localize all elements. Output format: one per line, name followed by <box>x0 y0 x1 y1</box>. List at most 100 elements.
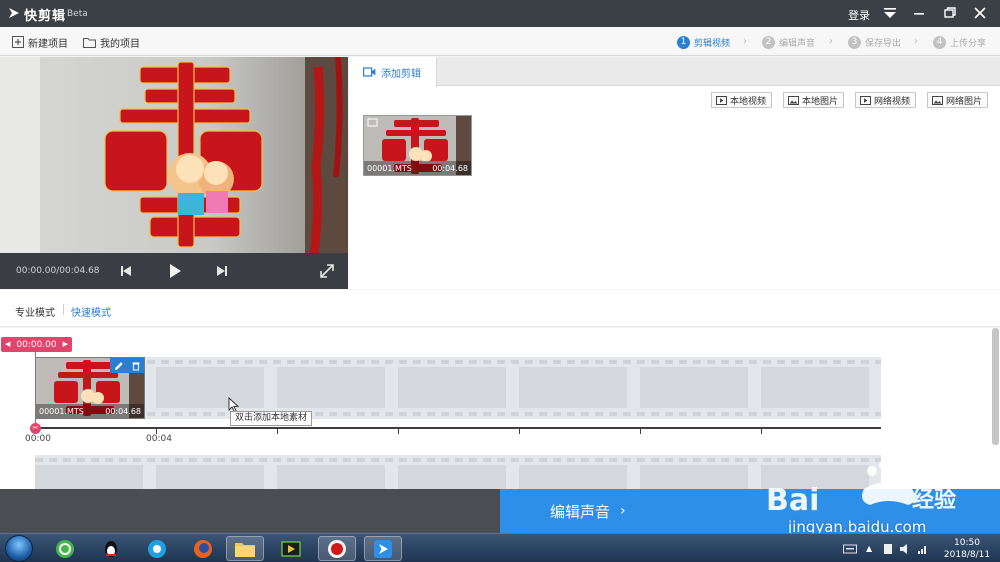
tab-add-clip-label: 添加剪辑 <box>381 68 421 80</box>
empty-slot[interactable] <box>398 367 506 408</box>
ruler-label: 00:00 <box>25 434 51 444</box>
timeline-clip-info: 00001.MTS 00:04.68 <box>36 404 144 418</box>
taskbar-app-firefox-icon[interactable] <box>184 536 222 561</box>
pro-mode-button[interactable]: 专业模式 <box>15 304 55 319</box>
preview-image <box>0 57 348 253</box>
image-icon <box>788 95 799 105</box>
web-image-button[interactable]: 网络图片 <box>927 92 989 108</box>
play-box-icon <box>860 95 871 105</box>
video-track[interactable] <box>35 357 881 419</box>
timeline-scrollbar[interactable] <box>992 328 999 445</box>
timeline-clip-name: 00001.MTS <box>39 406 84 416</box>
step-edit-video[interactable]: 1 剪辑视频 <box>677 35 730 49</box>
app-beta-badge: Beta <box>67 9 88 19</box>
player-controls: 00:00.00/00:04.68 <box>0 253 348 289</box>
playhead-handle-icon[interactable]: ✂ <box>30 423 41 434</box>
empty-slot[interactable] <box>277 367 385 408</box>
arrow-left-icon: ◀ <box>5 340 11 348</box>
app-title: 快剪辑 <box>24 9 67 24</box>
step-save-export[interactable]: 3 保存导出 <box>848 35 901 49</box>
empty-slot[interactable] <box>519 367 627 408</box>
step-label: 编辑声音 <box>779 38 816 49</box>
time-ruler[interactable] <box>35 427 881 429</box>
my-projects-label: 我的项目 <box>100 38 140 50</box>
chevron-right-icon: › <box>829 36 833 47</box>
play-box-icon <box>716 95 727 105</box>
play-icon[interactable] <box>166 262 184 280</box>
my-projects-button[interactable]: 我的项目 <box>83 35 140 50</box>
taskbar-app-player-icon[interactable] <box>272 536 310 561</box>
taskbar-app-recorder-icon[interactable] <box>318 536 356 561</box>
minimize-icon[interactable] <box>910 5 928 21</box>
restore-window-icon[interactable] <box>941 5 959 21</box>
step-upload-share[interactable]: 4 上传分享 <box>933 35 986 49</box>
close-icon[interactable] <box>971 5 989 21</box>
empty-slot[interactable] <box>519 465 627 489</box>
playback-time: 00:00.00/00:04.68 <box>16 266 100 276</box>
keyboard-tray-icon[interactable] <box>843 543 857 555</box>
empty-slot[interactable] <box>640 465 748 489</box>
chevron-right-icon: › <box>743 36 747 47</box>
next-button-label: 编辑声音 <box>550 502 611 521</box>
empty-slot[interactable] <box>277 465 385 489</box>
taskbar-clock[interactable]: 10:50 2018/8/11 <box>938 537 996 561</box>
menu-dropdown-icon[interactable] <box>881 5 899 21</box>
local-video-label: 本地视频 <box>730 96 767 107</box>
new-project-label: 新建项目 <box>28 38 68 50</box>
library-tabbar: 添加剪辑 <box>349 57 1000 87</box>
empty-slot[interactable] <box>398 465 506 489</box>
clip-duration: 00:04.68 <box>432 163 468 173</box>
folder-icon <box>83 37 96 48</box>
web-video-button[interactable]: 网络视频 <box>855 92 917 108</box>
skip-previous-icon[interactable] <box>117 262 135 280</box>
empty-slot[interactable] <box>35 465 143 489</box>
timeline: ◀ 00:00.00 ▶ 00001.MTS 00:04.68 00:00 00… <box>0 328 1000 489</box>
mode-bar: 专业模式 快速模式 <box>0 290 1000 327</box>
local-image-button[interactable]: 本地图片 <box>783 92 845 108</box>
trash-icon[interactable] <box>131 361 141 371</box>
clock-date: 2018/8/11 <box>943 550 991 560</box>
start-button-icon[interactable] <box>5 535 33 562</box>
app-logo-icon <box>9 8 19 18</box>
skip-next-icon[interactable] <box>213 262 231 280</box>
edit-pencil-icon[interactable] <box>114 361 124 371</box>
taskbar-app-360-icon[interactable] <box>46 536 84 561</box>
timeline-clip[interactable]: 00001.MTS 00:04.68 <box>35 357 145 419</box>
secondary-track[interactable] <box>35 455 881 489</box>
taskbar-app-qq-icon[interactable] <box>92 536 130 561</box>
tray-device-icon[interactable] <box>882 543 894 555</box>
media-clip-thumbnail[interactable]: 00001.MTS 00:04.68 <box>363 115 472 176</box>
empty-slot[interactable] <box>156 465 264 489</box>
title-bar: 快剪辑 Beta 登录 <box>0 0 1000 27</box>
step-number: 1 <box>677 35 690 49</box>
timeline-clip-duration: 00:04.68 <box>105 406 141 416</box>
clock-time: 10:50 <box>954 538 980 548</box>
fullscreen-icon[interactable] <box>318 262 336 280</box>
empty-slot[interactable] <box>761 465 869 489</box>
clip-info: 00001.MTS 00:04.68 <box>364 161 471 175</box>
empty-slot[interactable] <box>761 367 869 408</box>
quick-mode-button[interactable]: 快速模式 <box>71 304 111 319</box>
empty-slot[interactable] <box>640 367 748 408</box>
taskbar-app-media-icon[interactable] <box>138 536 176 561</box>
step-number: 3 <box>848 35 861 49</box>
toolbar: 新建项目 我的项目 1 剪辑视频 › 2 编辑声音 › 3 保存导出 › 4 上… <box>0 27 1000 56</box>
media-library: 添加剪辑 本地视频 本地图片 网络视频 网络图片 00001.MTS 00:04… <box>349 57 1000 289</box>
step-edit-audio[interactable]: 2 编辑声音 <box>762 35 815 49</box>
playhead-time: 00:00.00 <box>16 339 57 350</box>
new-project-button[interactable]: 新建项目 <box>12 35 68 50</box>
login-link[interactable]: 登录 <box>848 7 870 23</box>
ruler-tick <box>761 429 762 434</box>
step-number: 4 <box>933 35 946 49</box>
taskbar-app-kuaijianji-icon[interactable] <box>364 536 402 561</box>
empty-slot[interactable] <box>156 367 264 408</box>
tab-add-clip[interactable]: 添加剪辑 <box>349 57 437 87</box>
step-label: 剪辑视频 <box>694 38 731 49</box>
playhead-time-tag[interactable]: ◀ 00:00.00 ▶ <box>1 337 72 352</box>
local-video-button[interactable]: 本地视频 <box>711 92 773 108</box>
network-icon[interactable] <box>917 543 929 555</box>
ruler-label: 00:04 <box>146 434 172 444</box>
tray-expand-icon[interactable]: ▲ <box>866 544 872 553</box>
taskbar-app-explorer-icon[interactable] <box>226 536 264 561</box>
volume-icon[interactable] <box>899 543 911 555</box>
